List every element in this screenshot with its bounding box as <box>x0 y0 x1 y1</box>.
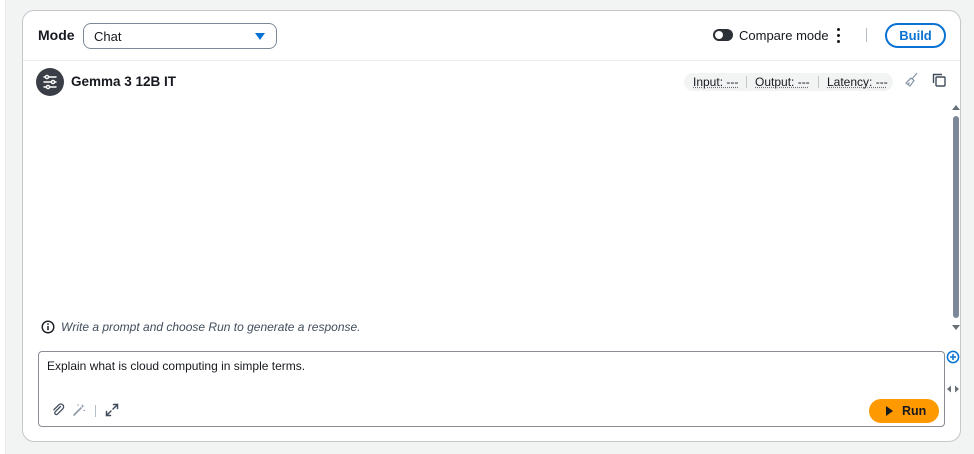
metric-input: Input: --- <box>693 75 739 89</box>
sliders-icon <box>43 74 57 90</box>
mode-label: Mode <box>38 27 75 43</box>
panel-header: Mode Chat Compare mode Build <box>23 11 960 61</box>
add-circle-icon[interactable] <box>946 350 960 364</box>
prompt-box: Explain what is cloud computing in simpl… <box>38 351 945 427</box>
compare-mode-label: Compare mode <box>739 28 829 43</box>
model-name: Gemma 3 12B IT <box>71 74 177 89</box>
metric-divider <box>746 76 747 88</box>
build-button[interactable]: Build <box>885 23 946 48</box>
model-settings-button[interactable] <box>36 68 64 96</box>
clear-chat-icon[interactable] <box>903 71 921 89</box>
chat-scrollbar[interactable] <box>951 105 961 335</box>
metrics-bar: Input: --- Output: --- Latency: --- <box>684 73 893 91</box>
paperclip-icon[interactable] <box>51 403 65 417</box>
copy-icon[interactable] <box>930 71 948 89</box>
expand-icon[interactable] <box>105 403 119 417</box>
run-button-label: Run <box>902 404 927 418</box>
header-divider <box>866 28 867 42</box>
metric-divider <box>818 76 819 88</box>
playground-panel: Mode Chat Compare mode Build Gemma 3 12B… <box>22 10 961 442</box>
scroll-thumb[interactable] <box>953 116 959 318</box>
toolbar-divider <box>95 405 96 417</box>
metric-output: Output: --- <box>755 75 810 89</box>
hint-text: Write a prompt and choose Run to generat… <box>61 320 361 334</box>
compare-mode-toggle[interactable] <box>713 29 733 41</box>
scroll-down-arrow-icon[interactable] <box>952 325 960 330</box>
resize-handle-icon[interactable] <box>946 384 960 394</box>
scroll-up-arrow-icon[interactable] <box>952 105 960 110</box>
mode-select-value: Chat <box>94 29 122 44</box>
mode-select[interactable]: Chat <box>83 23 277 49</box>
metric-latency: Latency: --- <box>827 75 888 89</box>
more-options-icon[interactable] <box>833 27 843 43</box>
play-icon <box>886 406 893 416</box>
model-row: Gemma 3 12B IT Input: --- Output: --- La… <box>23 61 960 101</box>
info-icon <box>41 320 55 334</box>
prompt-input[interactable]: Explain what is cloud computing in simpl… <box>47 359 305 373</box>
caret-down-icon <box>255 33 265 40</box>
magic-wand-icon[interactable] <box>72 403 86 417</box>
run-button[interactable]: Run <box>869 399 939 423</box>
left-strip <box>0 0 6 454</box>
